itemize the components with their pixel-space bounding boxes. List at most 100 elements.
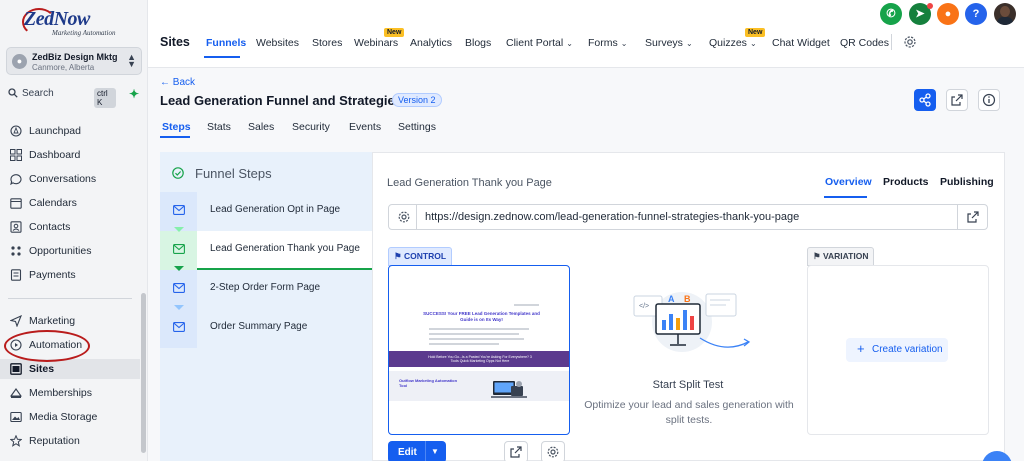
- funnel-step-thank-you[interactable]: Lead Generation Thank you Page: [160, 227, 372, 270]
- tab-label: Surveys: [645, 37, 683, 49]
- chevron-down-icon: ⌄: [620, 39, 628, 48]
- sidebar-item-payments[interactable]: Payments: [10, 267, 138, 283]
- step-label: Lead Generation Opt in Page: [210, 204, 341, 215]
- user-avatar[interactable]: [994, 3, 1016, 25]
- sidebar-item-memberships[interactable]: Memberships: [10, 385, 138, 401]
- open-external-button[interactable]: [946, 89, 968, 111]
- opportunities-icon: [11, 246, 21, 256]
- gear-icon[interactable]: [903, 35, 917, 49]
- funnel-step-order-form[interactable]: 2-Step Order Form Page: [160, 266, 372, 309]
- contacts-icon: [10, 221, 22, 233]
- envelope-icon: [173, 244, 185, 254]
- tab-stats[interactable]: Stats: [207, 121, 231, 133]
- sidebar-item-label: Contacts: [29, 221, 71, 233]
- funnel-steps-panel: Funnel Steps Lead Generation Opt in Page…: [160, 152, 372, 461]
- variation-label: VARIATION: [822, 251, 869, 261]
- bell-icon[interactable]: ●: [937, 3, 959, 25]
- gear-icon: [398, 211, 410, 223]
- sidebar-item-media-storage[interactable]: Media Storage: [10, 409, 138, 425]
- sidebar-item-launchpad[interactable]: Launchpad: [10, 123, 138, 139]
- sidebar-item-contacts[interactable]: Contacts: [10, 219, 138, 235]
- page-url-bar: https://design.zednow.com/lead-generatio…: [388, 204, 988, 230]
- funnel-step-order-summary[interactable]: Order Summary Page: [160, 305, 372, 348]
- tab-websites[interactable]: Websites: [256, 37, 299, 49]
- url-settings-button[interactable]: [389, 205, 417, 229]
- avatar-body: [997, 17, 1013, 25]
- back-link[interactable]: ← Back: [160, 77, 195, 88]
- version-badge[interactable]: Version 2: [392, 93, 442, 107]
- sparkle-icon[interactable]: ✦: [129, 87, 139, 101]
- preview-subtitle: Outflow Marketing Automation Tool: [399, 378, 458, 388]
- plus-icon: +: [857, 341, 865, 356]
- sidebar-item-calendars[interactable]: Calendars: [10, 195, 138, 211]
- edit-button[interactable]: Edit ▼: [388, 441, 446, 461]
- grid-icon: [10, 149, 22, 161]
- tab-events[interactable]: Events: [349, 121, 381, 133]
- check-circle-icon: [172, 167, 184, 179]
- tab-blogs[interactable]: Blogs: [465, 37, 491, 49]
- brand-logo[interactable]: ZedNow Marketing Automation: [22, 8, 132, 40]
- sidebar-item-opportunities[interactable]: Opportunities: [10, 243, 138, 259]
- tab-sales[interactable]: Sales: [248, 121, 274, 133]
- tab-publishing[interactable]: Publishing: [940, 176, 994, 188]
- tab-forms[interactable]: Forms ⌄: [588, 37, 627, 49]
- envelope-icon: [173, 205, 185, 215]
- funnel-step-opt-in[interactable]: Lead Generation Opt in Page: [160, 192, 372, 231]
- preview-line: [429, 343, 499, 345]
- tab-chat-widget[interactable]: Chat Widget: [772, 37, 830, 49]
- sidebar-item-marketing[interactable]: Marketing: [10, 313, 138, 329]
- step-connector-arrow: [174, 305, 184, 310]
- active-detail-tab-underline: [824, 196, 867, 198]
- sidebar-item-sites[interactable]: Sites: [10, 361, 138, 377]
- tab-settings[interactable]: Settings: [398, 121, 436, 133]
- help-icon[interactable]: ?: [965, 3, 987, 25]
- calendar-icon: [10, 198, 22, 209]
- tab-steps[interactable]: Steps: [162, 121, 191, 133]
- search-button[interactable]: Search ctrl K: [6, 86, 116, 108]
- control-page-preview[interactable]: SUCCESS! Your FREE Lead Generation Templ…: [388, 265, 570, 435]
- preview-line: [429, 338, 524, 340]
- preview-external-button[interactable]: [504, 441, 528, 461]
- info-button[interactable]: [978, 89, 1000, 111]
- chevron-down-icon[interactable]: ▼: [431, 447, 439, 456]
- tab-funnels[interactable]: Funnels: [206, 37, 246, 49]
- flag-icon: ⚑: [394, 251, 404, 261]
- tab-quizzes[interactable]: Quizzes ⌄: [709, 37, 757, 49]
- tab-surveys[interactable]: Surveys ⌄: [645, 37, 693, 49]
- logo-text: ZedNow: [24, 8, 90, 30]
- preview-band-text: Hold Before You Go...Is a Pasted You're …: [428, 355, 532, 363]
- tab-webinars[interactable]: Webinars: [354, 37, 398, 49]
- sidebar-item-dashboard[interactable]: Dashboard: [10, 147, 138, 163]
- page-url[interactable]: https://design.zednow.com/lead-generatio…: [425, 211, 799, 223]
- info-icon: [982, 93, 996, 107]
- tab-qr-codes[interactable]: QR Codes: [840, 37, 889, 49]
- account-switcher[interactable]: ● ZedBiz Design Mktg Canmore, Alberta ▲ ▼: [6, 47, 142, 75]
- tab-label: Client Portal: [506, 37, 564, 49]
- tab-security[interactable]: Security: [292, 121, 330, 133]
- step-connector-arrow: [174, 227, 184, 232]
- tab-products[interactable]: Products: [883, 176, 929, 188]
- create-variation-button[interactable]: + Create variation: [846, 338, 948, 362]
- sidebar-item-label: Marketing: [29, 315, 76, 327]
- active-tab-underline: [204, 56, 240, 58]
- sidebar-item-label: Dashboard: [29, 149, 81, 161]
- account-avatar-icon: ●: [12, 54, 27, 69]
- preview-settings-button[interactable]: [541, 441, 565, 461]
- account-location: Canmore, Alberta: [32, 63, 95, 72]
- steps-header: Funnel Steps: [195, 166, 272, 181]
- nav-divider: [891, 34, 892, 50]
- sidebar-scrollbar[interactable]: [141, 293, 146, 453]
- account-name: ZedBiz Design Mktg: [32, 52, 118, 62]
- avatar-face: [1000, 6, 1010, 17]
- tab-client-portal[interactable]: Client Portal ⌄: [506, 37, 573, 49]
- sidebar-item-conversations[interactable]: Conversations: [10, 171, 138, 187]
- tab-analytics[interactable]: Analytics: [410, 37, 452, 49]
- sidebar-item-reputation[interactable]: Reputation: [10, 433, 138, 449]
- tab-stores[interactable]: Stores: [312, 37, 342, 49]
- share-button[interactable]: [914, 89, 936, 111]
- tab-overview[interactable]: Overview: [825, 176, 872, 188]
- phone-icon[interactable]: ✆: [880, 3, 902, 25]
- edit-label: Edit: [398, 447, 417, 458]
- open-url-button[interactable]: [957, 205, 987, 229]
- preview-headline: SUCCESS! Your FREE Lead Generation Templ…: [423, 311, 540, 322]
